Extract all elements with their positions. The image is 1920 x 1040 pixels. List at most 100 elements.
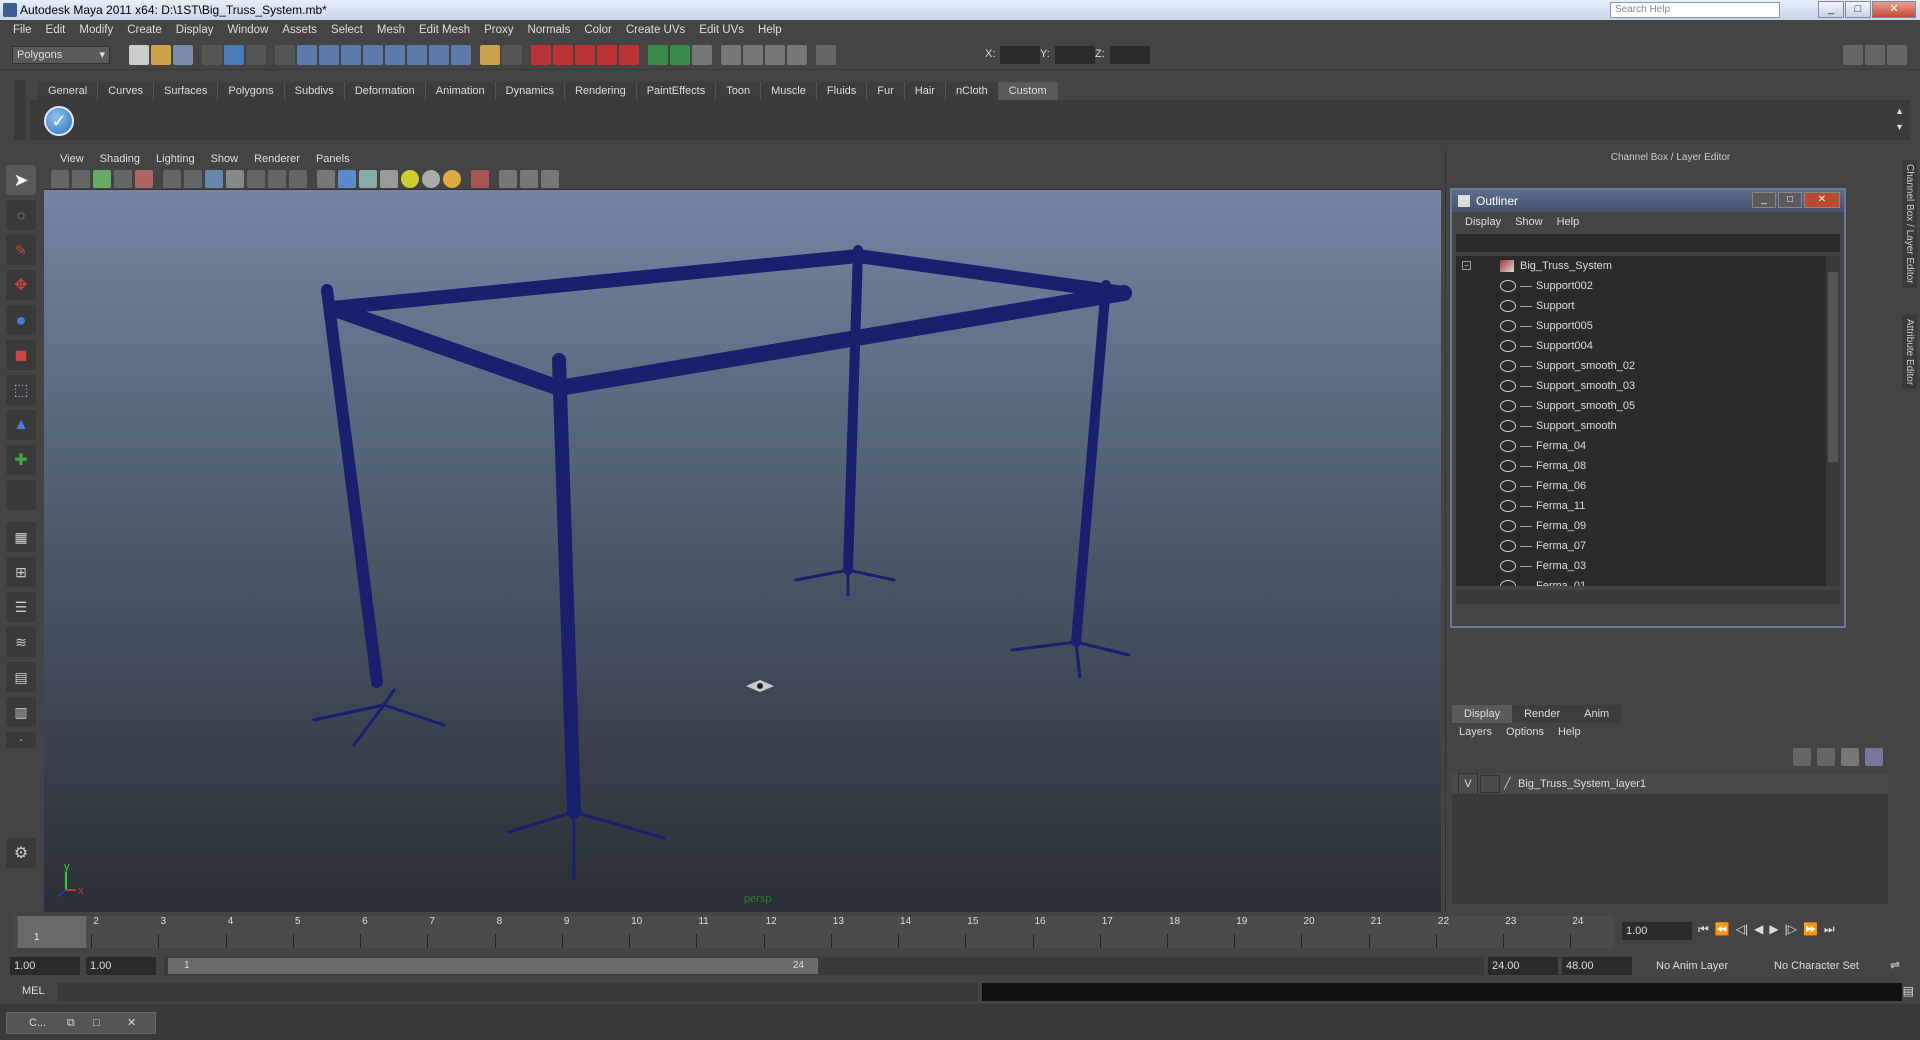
persp-graph-layout[interactable]: ≋ bbox=[6, 627, 36, 657]
step-back-key-icon[interactable]: ⏪ bbox=[1715, 922, 1730, 937]
default-light-icon[interactable] bbox=[401, 170, 419, 188]
shelf-tab-subdivs[interactable]: Subdivs bbox=[284, 82, 345, 100]
shelf-tab-animation[interactable]: Animation bbox=[425, 82, 496, 100]
select-joints-icon[interactable] bbox=[319, 45, 339, 65]
current-frame-field[interactable]: 1.00 bbox=[1622, 922, 1692, 940]
persp-outliner-layout[interactable]: ☰ bbox=[6, 592, 36, 622]
outliner-item[interactable]: Ferma_08 bbox=[1456, 456, 1840, 476]
viewport-menu-view[interactable]: View bbox=[52, 153, 92, 165]
new-layer-icon[interactable] bbox=[1841, 748, 1859, 766]
highlight-selection-icon[interactable] bbox=[502, 45, 522, 65]
shelf-tab-fur[interactable]: Fur bbox=[867, 82, 905, 100]
outliner-filter-input[interactable] bbox=[1456, 234, 1840, 252]
shelf-tab-surfaces[interactable]: Surfaces bbox=[153, 82, 219, 100]
menu-edit-uvs[interactable]: Edit UVs bbox=[692, 24, 751, 36]
manipulator-pivot-icon[interactable] bbox=[746, 680, 774, 692]
viewport-menu-show[interactable]: Show bbox=[203, 153, 247, 165]
render-settings-icon[interactable] bbox=[787, 45, 807, 65]
step-forward-frame-icon[interactable]: |▷ bbox=[1785, 922, 1797, 937]
xray-active-icon[interactable] bbox=[520, 170, 538, 188]
shelf-scroll-down-icon[interactable]: ▼ bbox=[1895, 122, 1904, 132]
outliner-item[interactable]: Support_smooth_02 bbox=[1456, 356, 1840, 376]
side-tab-attribute-editor[interactable]: Attribute Editor bbox=[1902, 315, 1917, 390]
menu-edit[interactable]: Edit bbox=[39, 24, 73, 36]
two-d-pan-zoom-icon[interactable] bbox=[135, 170, 153, 188]
outliner-item[interactable]: Support_smooth bbox=[1456, 416, 1840, 436]
select-component-icon[interactable] bbox=[246, 45, 266, 65]
outliner-horizontal-scrollbar[interactable] bbox=[1456, 590, 1840, 604]
grid-icon[interactable] bbox=[163, 170, 181, 188]
truss-column-back-left[interactable] bbox=[321, 284, 383, 688]
layout-more-button[interactable]: - bbox=[6, 732, 36, 748]
side-tab-channel-box[interactable]: Channel Box / Layer Editor bbox=[1902, 160, 1917, 288]
paint-select-tool[interactable]: ✎ bbox=[6, 235, 36, 265]
outliner-item[interactable]: Ferma_06 bbox=[1456, 476, 1840, 496]
xray-joints-icon[interactable] bbox=[541, 170, 559, 188]
maximize-button[interactable]: □ bbox=[1845, 1, 1871, 18]
menu-create-uvs[interactable]: Create UVs bbox=[619, 24, 692, 36]
bookmark-icon[interactable] bbox=[93, 170, 111, 188]
layer-tab-display[interactable]: Display bbox=[1452, 705, 1513, 723]
menu-display[interactable]: Display bbox=[169, 24, 221, 36]
shelf-tab-ncloth[interactable]: nCloth bbox=[945, 82, 999, 100]
outliner-item[interactable]: Ferma_01 bbox=[1456, 576, 1840, 586]
menu-create[interactable]: Create bbox=[120, 24, 169, 36]
menu-file[interactable]: File bbox=[6, 24, 39, 36]
single-perspective-layout[interactable]: ▦ bbox=[6, 522, 36, 552]
smooth-shade-icon[interactable] bbox=[338, 170, 356, 188]
maximize-icon[interactable]: □ bbox=[93, 1013, 100, 1033]
play-backwards-icon[interactable]: ◀ bbox=[1754, 922, 1763, 937]
outliner-item[interactable]: Support005 bbox=[1456, 316, 1840, 336]
outliner-close-button[interactable]: ✕ bbox=[1804, 192, 1840, 208]
select-deformations-icon[interactable] bbox=[385, 45, 405, 65]
outliner-item[interactable]: Support_smooth_05 bbox=[1456, 396, 1840, 416]
truss-beam-left[interactable] bbox=[324, 300, 567, 396]
truss-beam-back[interactable] bbox=[325, 248, 1131, 315]
menu-assets[interactable]: Assets bbox=[275, 24, 324, 36]
play-forwards-icon[interactable]: ▶ bbox=[1769, 922, 1778, 937]
menu-color[interactable]: Color bbox=[577, 24, 618, 36]
show-manipulator-tool[interactable]: ✚ bbox=[6, 445, 36, 475]
transform-input-icon[interactable] bbox=[816, 45, 836, 65]
shelf-tab-polygons[interactable]: Polygons bbox=[218, 82, 285, 100]
outliner-menu-help[interactable]: Help bbox=[1550, 216, 1587, 228]
truss-column-front[interactable] bbox=[552, 353, 581, 819]
z-field[interactable] bbox=[1110, 46, 1150, 64]
perspective-viewport[interactable]: View Shading Lighting Show Renderer Pane… bbox=[44, 150, 1441, 912]
shelf-options-handle[interactable] bbox=[14, 80, 26, 140]
lock-selection-icon[interactable] bbox=[480, 45, 500, 65]
viewport-menu-panels[interactable]: Panels bbox=[308, 153, 358, 165]
camera-select-icon[interactable] bbox=[51, 170, 69, 188]
time-slider[interactable]: 123456789101112131415161718192021222324 … bbox=[0, 912, 1920, 952]
y-field[interactable] bbox=[1055, 46, 1095, 64]
textured-icon[interactable] bbox=[380, 170, 398, 188]
universal-manipulator-tool[interactable]: ⬚ bbox=[6, 375, 36, 405]
menu-proxy[interactable]: Proxy bbox=[477, 24, 520, 36]
field-chart-icon[interactable] bbox=[247, 170, 265, 188]
shadows-icon[interactable] bbox=[443, 170, 461, 188]
outliner-item[interactable]: Ferma_07 bbox=[1456, 536, 1840, 556]
layer-visibility-toggle[interactable]: V bbox=[1458, 773, 1478, 795]
command-input[interactable] bbox=[58, 983, 978, 1001]
isolate-select-icon[interactable] bbox=[471, 170, 489, 188]
select-surfaces-icon[interactable] bbox=[363, 45, 383, 65]
go-to-end-icon[interactable]: ⏭ bbox=[1824, 922, 1835, 937]
outliner-item[interactable]: Support_smooth_03 bbox=[1456, 376, 1840, 396]
four-view-layout[interactable]: ⊞ bbox=[6, 557, 36, 587]
x-field[interactable] bbox=[1000, 46, 1040, 64]
make-live-icon[interactable] bbox=[619, 45, 639, 65]
outliner-minimize-button[interactable]: _ bbox=[1752, 192, 1776, 208]
select-dynamics-icon[interactable] bbox=[407, 45, 427, 65]
layer-name[interactable]: Big_Truss_System_layer1 bbox=[1518, 774, 1646, 794]
move-layer-up-icon[interactable] bbox=[1793, 748, 1811, 766]
shelf-scroll-up-icon[interactable]: ▲ bbox=[1895, 106, 1904, 116]
layer-tab-render[interactable]: Render bbox=[1512, 705, 1573, 723]
outliner-vertical-scrollbar[interactable] bbox=[1826, 256, 1840, 586]
input-ops-icon[interactable] bbox=[648, 45, 668, 65]
outliner-item[interactable]: Ferma_11 bbox=[1456, 496, 1840, 516]
viewport-menu-shading[interactable]: Shading bbox=[92, 153, 148, 165]
safe-action-icon[interactable] bbox=[268, 170, 286, 188]
outliner-maximize-button[interactable]: □ bbox=[1778, 192, 1802, 208]
end-time-field[interactable]: 48.00 bbox=[1562, 957, 1632, 975]
truss-base-right[interactable] bbox=[1010, 640, 1131, 679]
